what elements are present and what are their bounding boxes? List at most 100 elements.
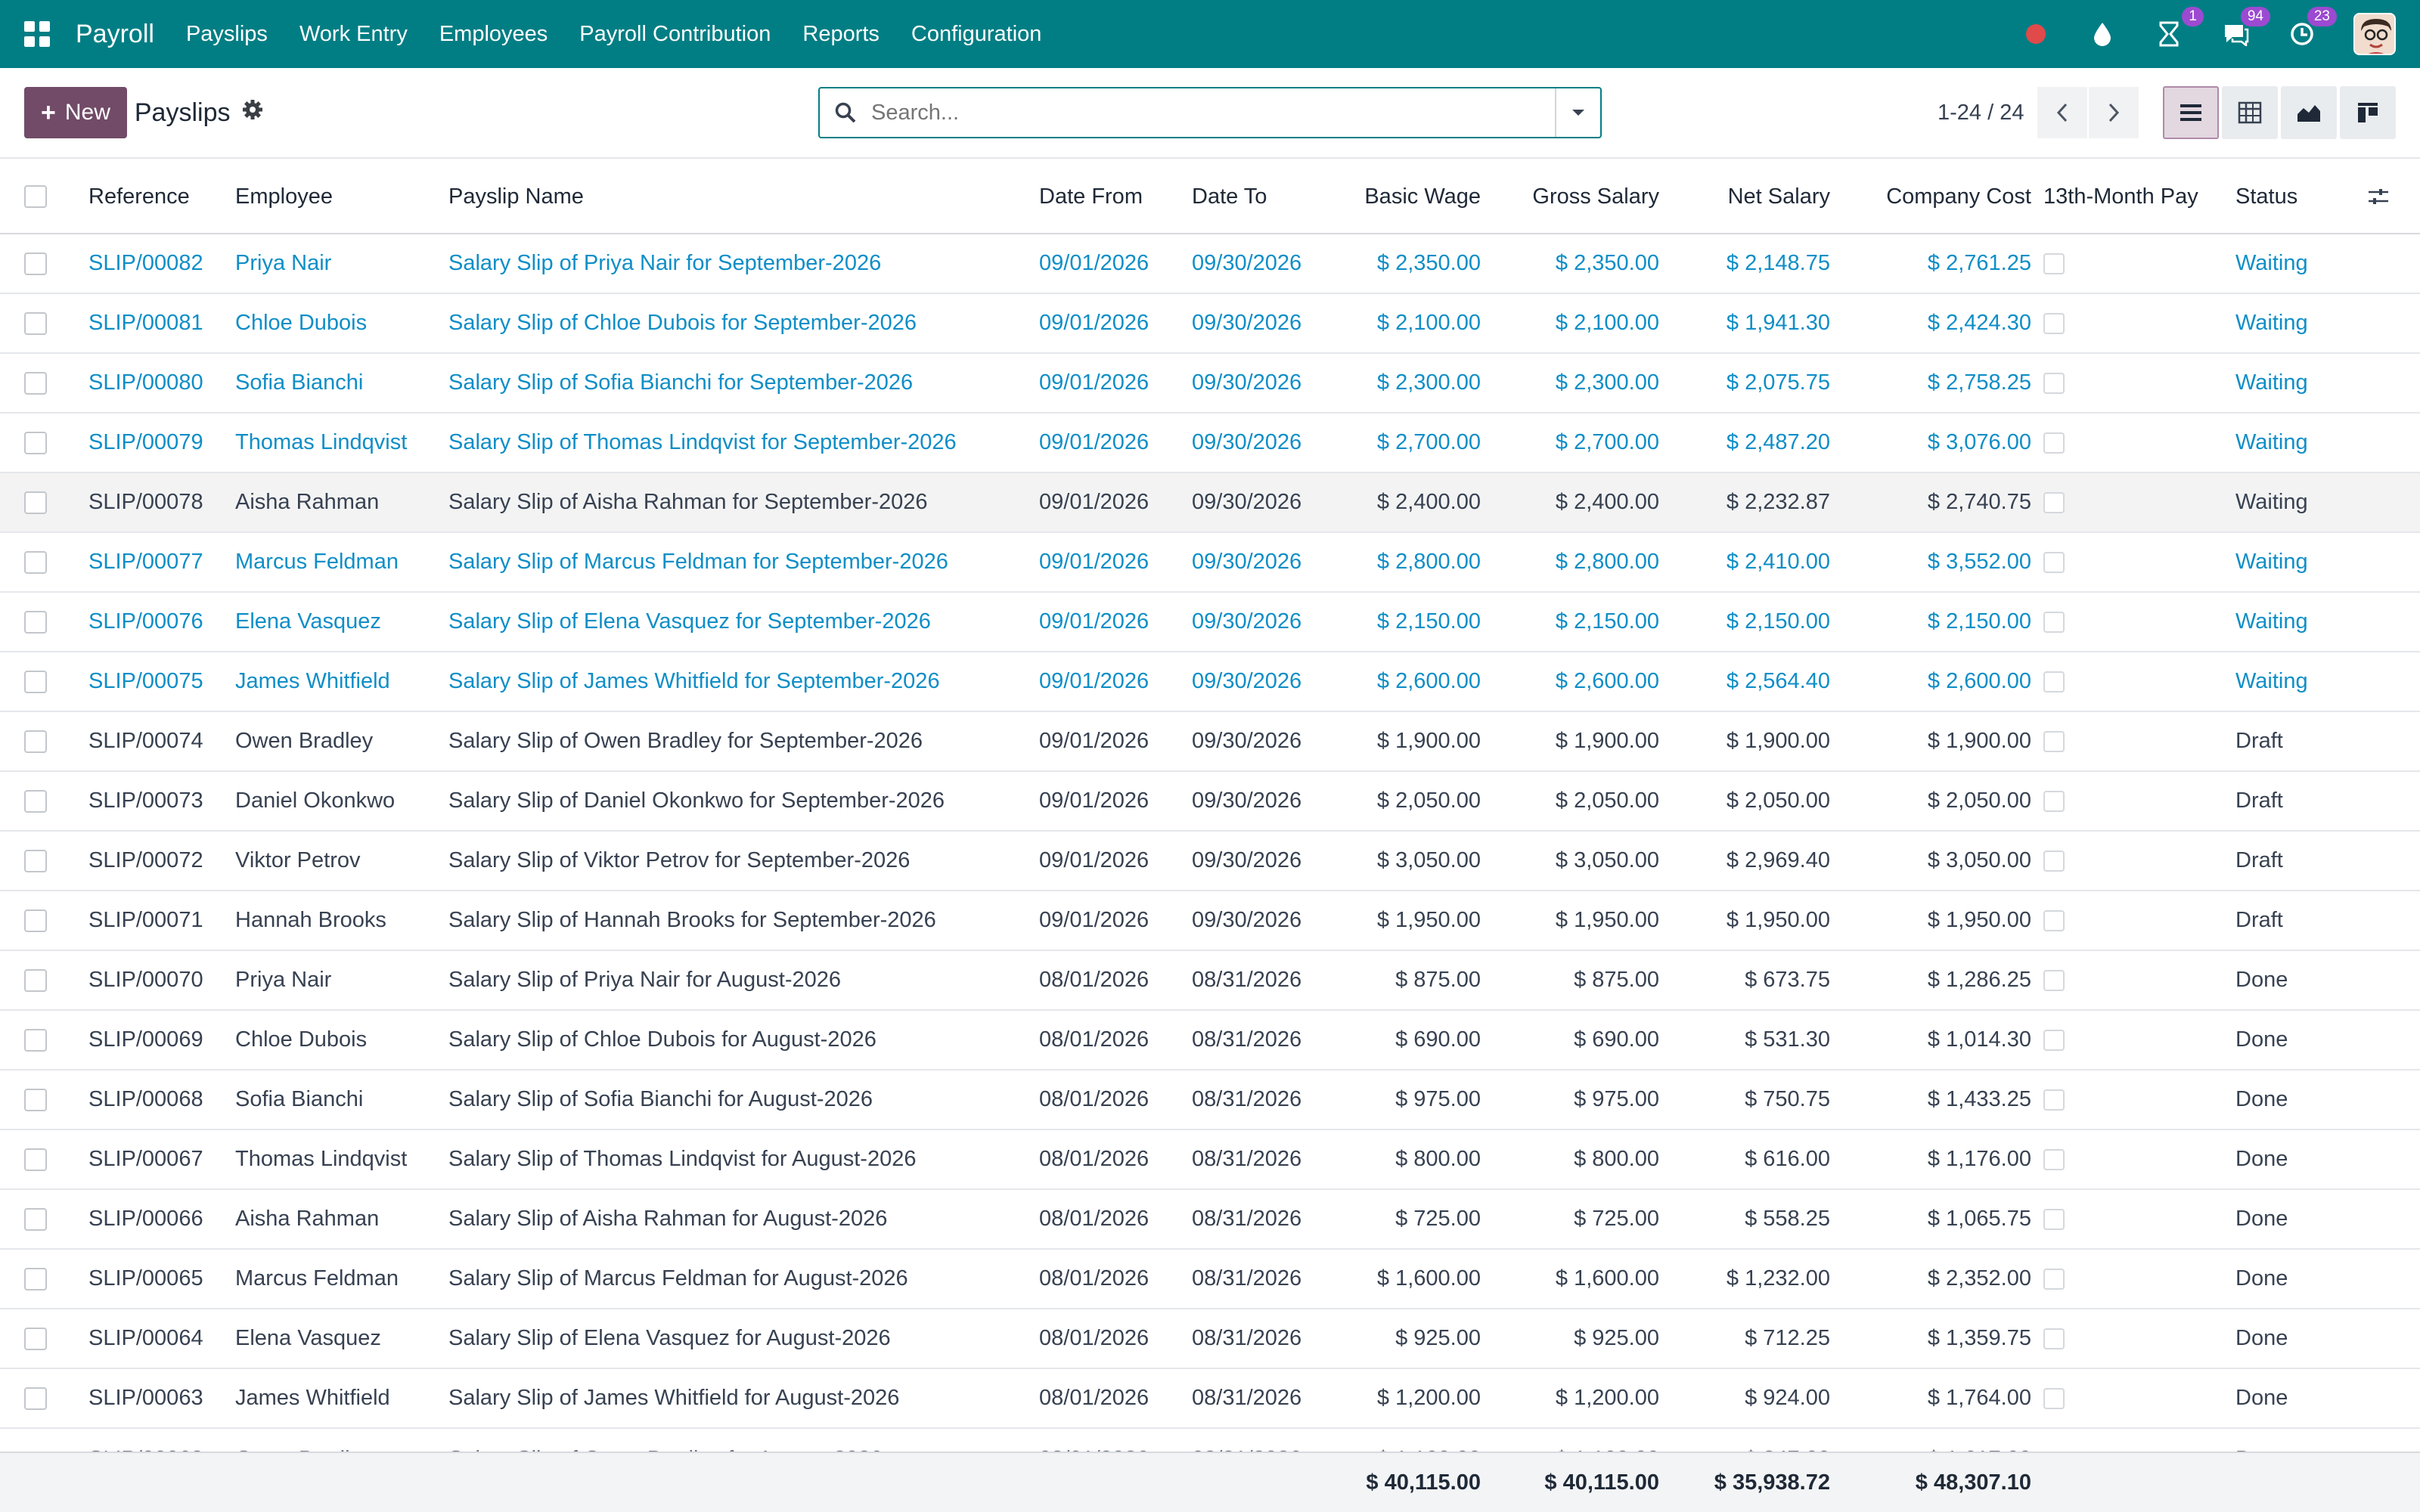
menu-work-entry[interactable]: Work Entry — [299, 22, 408, 47]
thirteenth-month-checkbox[interactable] — [2043, 611, 2065, 633]
row-checkbox[interactable] — [24, 1088, 47, 1111]
table-row[interactable]: SLIP/00074 Owen Bradley Salary Slip of Owe… — [0, 712, 2420, 772]
table-row[interactable]: SLIP/00081 Chloe Dubois Salary Slip of Chl… — [0, 294, 2420, 354]
column-date-to[interactable]: Date To — [1192, 184, 1345, 209]
row-checkbox[interactable] — [24, 1387, 47, 1410]
thirteenth-month-checkbox[interactable] — [2043, 1029, 2065, 1051]
row-checkbox[interactable] — [24, 670, 47, 693]
table-row[interactable]: SLIP/00079 Thomas Lindqvist Salary Slip of… — [0, 414, 2420, 473]
activities-icon[interactable]: 1 — [2154, 7, 2204, 49]
row-checkbox[interactable] — [24, 311, 47, 335]
row-checkbox[interactable] — [24, 1327, 47, 1350]
thirteenth-month-checkbox[interactable] — [2043, 1268, 2065, 1290]
menu-reports[interactable]: Reports — [802, 22, 880, 47]
table-row[interactable]: SLIP/00076 Elena Vasquez Salary Slip of El… — [0, 593, 2420, 652]
row-checkbox[interactable] — [24, 431, 47, 454]
table-row[interactable]: SLIP/00080 Sofia Bianchi Salary Slip of So… — [0, 354, 2420, 414]
thirteenth-month-checkbox[interactable] — [2043, 730, 2065, 752]
thirteenth-month-checkbox[interactable] — [2043, 1089, 2065, 1111]
record-icon[interactable] — [2021, 19, 2051, 49]
row-checkbox[interactable] — [24, 252, 47, 275]
list-view-button[interactable] — [2163, 86, 2219, 139]
search-input[interactable] — [871, 90, 1555, 135]
menu-employees[interactable]: Employees — [439, 22, 548, 47]
pivot-view-button[interactable] — [2222, 86, 2278, 139]
messages-icon[interactable]: 94 — [2220, 7, 2270, 49]
app-menu-icon[interactable] — [24, 21, 50, 47]
thirteenth-month-checkbox[interactable] — [2043, 671, 2065, 692]
column-gross-salary[interactable]: Gross Salary — [1481, 184, 1659, 209]
thirteenth-month-checkbox[interactable] — [2043, 432, 2065, 454]
column-company-cost[interactable]: Company Cost — [1830, 184, 2031, 209]
table-row[interactable]: SLIP/00071 Hannah Brooks Salary Slip of Ha… — [0, 891, 2420, 951]
thirteenth-month-checkbox[interactable] — [2043, 1328, 2065, 1349]
thirteenth-month-checkbox[interactable] — [2043, 969, 2065, 991]
row-checkbox[interactable] — [24, 1267, 47, 1290]
table-row[interactable]: SLIP/00073 Daniel Okonkwo Salary Slip of D… — [0, 772, 2420, 832]
row-checkbox[interactable] — [24, 849, 47, 872]
table-row-partial[interactable]: SLIP/00062 Owen Bradley Salary Slip of O… — [0, 1429, 2420, 1452]
row-checkbox[interactable] — [24, 968, 47, 992]
column-net-salary[interactable]: Net Salary — [1659, 184, 1830, 209]
thirteenth-month-checkbox[interactable] — [2043, 1148, 2065, 1170]
table-row[interactable]: SLIP/00067 Thomas Lindqvist Salary Slip of… — [0, 1130, 2420, 1190]
pager-next-button[interactable] — [2089, 87, 2139, 138]
page-title[interactable]: Payslips — [135, 98, 231, 128]
row-checkbox[interactable] — [24, 550, 47, 574]
column-basic-wage[interactable]: Basic Wage — [1345, 184, 1481, 209]
table-row[interactable]: SLIP/00066 Aisha Rahman Salary Slip of Ais… — [0, 1190, 2420, 1250]
thirteenth-month-checkbox[interactable] — [2043, 491, 2065, 513]
table-row[interactable]: SLIP/00078 Aisha Rahman Salary Slip of Ais… — [0, 473, 2420, 533]
column-reference[interactable]: Reference — [88, 184, 235, 209]
table-row[interactable]: SLIP/00069 Chloe Dubois Salary Slip of Chl… — [0, 1011, 2420, 1070]
column-date-from[interactable]: Date From — [1039, 184, 1192, 209]
table-row[interactable]: SLIP/00082 Priya Nair Salary Slip of Priya… — [0, 234, 2420, 294]
select-all-checkbox[interactable] — [24, 185, 47, 208]
column-13th-month-pay[interactable]: 13th-Month Pay — [2031, 184, 2235, 209]
column-employee[interactable]: Employee — [235, 184, 448, 209]
thirteenth-month-checkbox[interactable] — [2043, 372, 2065, 394]
row-checkbox[interactable] — [24, 1028, 47, 1052]
table-row[interactable]: SLIP/00075 James Whitfield Salary Slip of … — [0, 652, 2420, 712]
thirteenth-month-checkbox[interactable] — [2043, 909, 2065, 931]
user-avatar[interactable] — [2353, 13, 2396, 55]
thirteenth-month-checkbox[interactable] — [2043, 1387, 2065, 1409]
table-row[interactable]: SLIP/00072 Viktor Petrov Salary Slip of Vi… — [0, 832, 2420, 891]
row-checkbox[interactable] — [24, 789, 47, 813]
thirteenth-month-checkbox[interactable] — [2043, 253, 2065, 274]
thirteenth-month-checkbox[interactable] — [2043, 551, 2065, 573]
table-row[interactable]: SLIP/00063 James Whitfield Salary Slip of … — [0, 1369, 2420, 1429]
optional-columns-toggle[interactable] — [2341, 186, 2402, 207]
table-row[interactable]: SLIP/00068 Sofia Bianchi Salary Slip of So… — [0, 1070, 2420, 1130]
menu-payslips[interactable]: Payslips — [186, 22, 268, 47]
row-checkbox[interactable] — [24, 371, 47, 395]
table-row[interactable]: SLIP/00077 Marcus Feldman Salary Slip of M… — [0, 533, 2420, 593]
table-row[interactable]: SLIP/00065 Marcus Feldman Salary Slip of M… — [0, 1250, 2420, 1309]
column-status[interactable]: Status — [2235, 184, 2341, 209]
drop-icon[interactable] — [2087, 19, 2118, 49]
row-checkbox[interactable] — [24, 730, 47, 753]
pager-previous-button[interactable] — [2037, 87, 2088, 138]
thirteenth-month-checkbox[interactable] — [2043, 850, 2065, 872]
row-checkbox[interactable] — [24, 1207, 47, 1231]
kanban-view-button[interactable] — [2340, 86, 2396, 139]
menu-configuration[interactable]: Configuration — [911, 22, 1042, 47]
app-brand[interactable]: Payroll — [76, 20, 154, 49]
pager-value[interactable]: 1-24 / 24 — [1938, 101, 2024, 125]
table-row[interactable]: SLIP/00064 Elena Vasquez Salary Slip of El… — [0, 1309, 2420, 1369]
gear-icon[interactable] — [242, 99, 263, 126]
thirteenth-month-checkbox[interactable] — [2043, 1208, 2065, 1230]
row-checkbox[interactable] — [24, 491, 47, 514]
table-row[interactable]: SLIP/00070 Priya Nair Salary Slip of Priya… — [0, 951, 2420, 1011]
row-checkbox[interactable] — [24, 610, 47, 634]
thirteenth-month-checkbox[interactable] — [2043, 790, 2065, 812]
thirteenth-month-checkbox[interactable] — [2043, 312, 2065, 334]
graph-view-button[interactable] — [2281, 86, 2337, 139]
menu-payroll-contribution[interactable]: Payroll Contribution — [579, 22, 771, 47]
new-button[interactable]: + New — [24, 87, 127, 138]
column-payslip-name[interactable]: Payslip Name — [448, 184, 1039, 209]
search-options-dropdown[interactable] — [1555, 88, 1600, 137]
row-checkbox[interactable] — [24, 1148, 47, 1171]
row-checkbox[interactable] — [24, 909, 47, 932]
updates-icon[interactable]: 23 — [2287, 7, 2337, 49]
